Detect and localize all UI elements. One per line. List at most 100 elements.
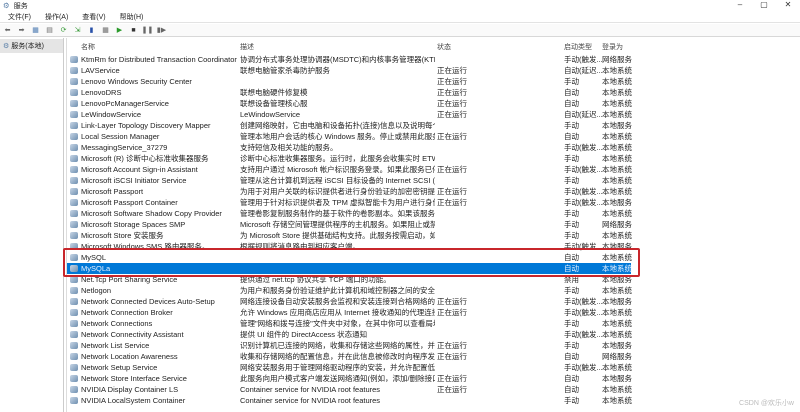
service-row[interactable]: Network Connected Devices Auto-Setup 网络连… [67, 296, 632, 307]
tree-node-services-local[interactable]: ⚙ 服务(本地) [0, 39, 63, 53]
forward-arrow-icon[interactable]: ➡ [17, 26, 26, 34]
service-description: 管理从这台计算机到远程 iSCSI 目标设备的 Internet SCSI (i… [240, 176, 435, 185]
service-gear-icon [70, 232, 78, 239]
toolbar: ⬅ ➡ ▦ ▤ ⟳ ⇲ ▮ ▦ ▶ ■ ❚❚ ▮▶ [0, 24, 800, 37]
service-name: Microsoft Store 安装服务 [81, 231, 164, 240]
service-gear-icon [70, 67, 78, 74]
column-name[interactable]: 名称 [81, 42, 95, 52]
service-row[interactable]: Lenovo Windows Security Center 正在运行 手动 本… [67, 76, 632, 87]
service-description: 此服务向用户模式客户端发送网络通知(例如，添加/删除接口等)。... [240, 374, 435, 383]
service-row[interactable]: Microsoft Passport 为用于对用户关联的标识提供者进行身份验证的… [67, 186, 632, 197]
service-startup-type: 手动 [564, 176, 579, 185]
service-row[interactable]: Netlogon 为用户和服务身份验证维护此计算机和域控制器之间的安全通道。..… [67, 285, 632, 296]
service-row[interactable]: Microsoft Account Sign-in Assistant 支持用户… [67, 164, 632, 175]
start-icon[interactable]: ▶ [115, 26, 124, 34]
minimize-button[interactable]: – [728, 0, 752, 9]
menu-help[interactable]: 帮助(H) [120, 12, 144, 22]
tree-pane: ⚙ 服务(本地) [0, 38, 64, 412]
service-startup-type: 手动(触发... [564, 165, 602, 174]
show-pane-icon[interactable]: ▦ [101, 26, 110, 34]
service-row[interactable]: Microsoft iSCSI Initiator Service 管理从这台计… [67, 175, 632, 186]
service-row[interactable]: Network Store Interface Service 此服务向用户模式… [67, 373, 632, 384]
service-row[interactable]: Network List Service 识别计算机已连接的网络，收集和存储这些… [67, 340, 632, 351]
service-status: 正在运行 [437, 110, 467, 119]
service-log-on-as: 本地系统 [602, 209, 632, 218]
service-row[interactable]: MessagingService_37279 支持短信及相关功能的服务。 手动(… [67, 142, 632, 153]
service-row[interactable]: Network Connections 管理"网络和拨号连接"文件夹中对象，在其… [67, 318, 632, 329]
service-startup-type: 手动(触发... [564, 198, 602, 207]
service-name: LeWindowService [81, 110, 142, 119]
column-description[interactable]: 描述 [240, 42, 254, 52]
tree-node-label: 服务(本地) [11, 43, 44, 50]
service-row[interactable]: Network Location Awareness 收集和存储网络的配置信息，… [67, 351, 632, 362]
service-name: Network Connection Broker [81, 308, 173, 317]
service-row[interactable]: LenovoDRS 联想电脑硬件修复模 正在运行 自动 本地系统 [67, 87, 632, 98]
service-startup-type: 手动 [564, 341, 579, 350]
service-row[interactable]: NVIDIA LocalSystem Container Container s… [67, 395, 632, 406]
service-description: 联想电脑硬件修复模 [240, 88, 308, 97]
service-status: 正在运行 [437, 352, 467, 361]
service-name: Network Connectivity Assistant [81, 330, 184, 339]
service-startup-type: 手动(触发... [564, 363, 602, 372]
maximize-button[interactable]: ▢ [752, 0, 776, 9]
service-row[interactable]: Microsoft Storage Spaces SMP Microsoft 存… [67, 219, 632, 230]
export-icon[interactable]: ⇲ [73, 26, 82, 34]
service-name: LAVService [81, 66, 120, 75]
service-gear-icon [70, 166, 78, 173]
stop-icon[interactable]: ■ [129, 26, 138, 34]
service-startup-type: 自动 [564, 99, 579, 108]
service-description: LeWindowService [240, 110, 301, 119]
service-name: Netlogon [81, 286, 112, 295]
service-description: Container service for NVIDIA root featur… [240, 385, 381, 394]
service-status: 正在运行 [437, 165, 467, 174]
service-row[interactable]: Microsoft (R) 诊断中心标准收集器服务 诊断中心标准收集器服务。运行… [67, 153, 632, 164]
show-tree-icon[interactable]: ▦ [31, 26, 40, 34]
service-row[interactable]: Network Connectivity Assistant 提供 UI 组件的… [67, 329, 632, 340]
service-row[interactable]: Microsoft Passport Container 管理用于针对标识提供者… [67, 197, 632, 208]
help-icon[interactable]: ▮ [87, 26, 96, 34]
service-row[interactable]: LenovoPcManagerService 联想设备管理核心服 正在运行 自动… [67, 98, 632, 109]
service-row[interactable]: Link-Layer Topology Discovery Mapper 创建网… [67, 120, 632, 131]
service-gear-icon [70, 177, 78, 184]
service-row[interactable]: LeWindowService LeWindowService 正在运行 自动(… [67, 109, 632, 120]
service-startup-type: 自动 [564, 88, 579, 97]
service-row[interactable]: NVIDIA Display Container LS Container se… [67, 384, 632, 395]
back-arrow-icon[interactable]: ⬅ [3, 26, 12, 34]
service-row[interactable]: Local Session Manager 管理本地用户会话的核心 Window… [67, 131, 632, 142]
service-row[interactable]: Network Setup Service 网络安装服务用于管理网络驱动程序的安… [67, 362, 632, 373]
service-gear-icon [70, 144, 78, 151]
pause-icon[interactable]: ❚❚ [142, 26, 154, 34]
service-name: Microsoft iSCSI Initiator Service [81, 176, 187, 185]
service-row[interactable]: KtmRm for Distributed Transaction Coordi… [67, 54, 632, 65]
service-gear-icon [70, 221, 78, 228]
column-startup-type[interactable]: 启动类型 [564, 42, 592, 52]
service-row[interactable]: LAVService 联想电脑管家杀毒防护服务 正在运行 自动(延迟... 本地… [67, 65, 632, 76]
menu-view[interactable]: 查看(V) [82, 12, 105, 22]
properties-icon[interactable]: ▤ [45, 26, 54, 34]
close-button[interactable]: ✕ [776, 0, 800, 9]
service-status: 正在运行 [437, 77, 467, 86]
menu-file[interactable]: 文件(F) [8, 12, 31, 22]
service-status: 正在运行 [437, 66, 467, 75]
column-status[interactable]: 状态 [437, 42, 451, 52]
service-log-on-as: 本地系统 [602, 176, 632, 185]
service-name: Microsoft Passport Container [81, 198, 178, 207]
menu-action[interactable]: 操作(A) [45, 12, 68, 22]
service-name: NVIDIA Display Container LS [81, 385, 179, 394]
service-log-on-as: 本地系统 [602, 286, 632, 295]
service-description: 协调分布式事务处理协调器(MSDTC)和内核事务管理器(KTM)之间... [240, 55, 435, 64]
service-name: Network Setup Service [81, 363, 158, 372]
service-row[interactable]: Microsoft Store 安装服务 为 Microsoft Store 提… [67, 230, 632, 241]
service-gear-icon [70, 353, 78, 360]
service-log-on-as: 本地系统 [602, 330, 632, 339]
highlight-box [63, 248, 640, 277]
service-startup-type: 手动 [564, 220, 579, 229]
service-name: Local Session Manager [81, 132, 160, 141]
service-row[interactable]: Network Connection Broker 允许 Windows 应用商… [67, 307, 632, 318]
service-gear-icon [70, 100, 78, 107]
column-log-on-as[interactable]: 登录为 [602, 42, 623, 52]
watermark: CSDN @欢乐小w [739, 400, 794, 407]
restart-icon[interactable]: ▮▶ [157, 26, 166, 34]
refresh-icon[interactable]: ⟳ [59, 26, 68, 34]
service-row[interactable]: Microsoft Software Shadow Copy Provider … [67, 208, 632, 219]
